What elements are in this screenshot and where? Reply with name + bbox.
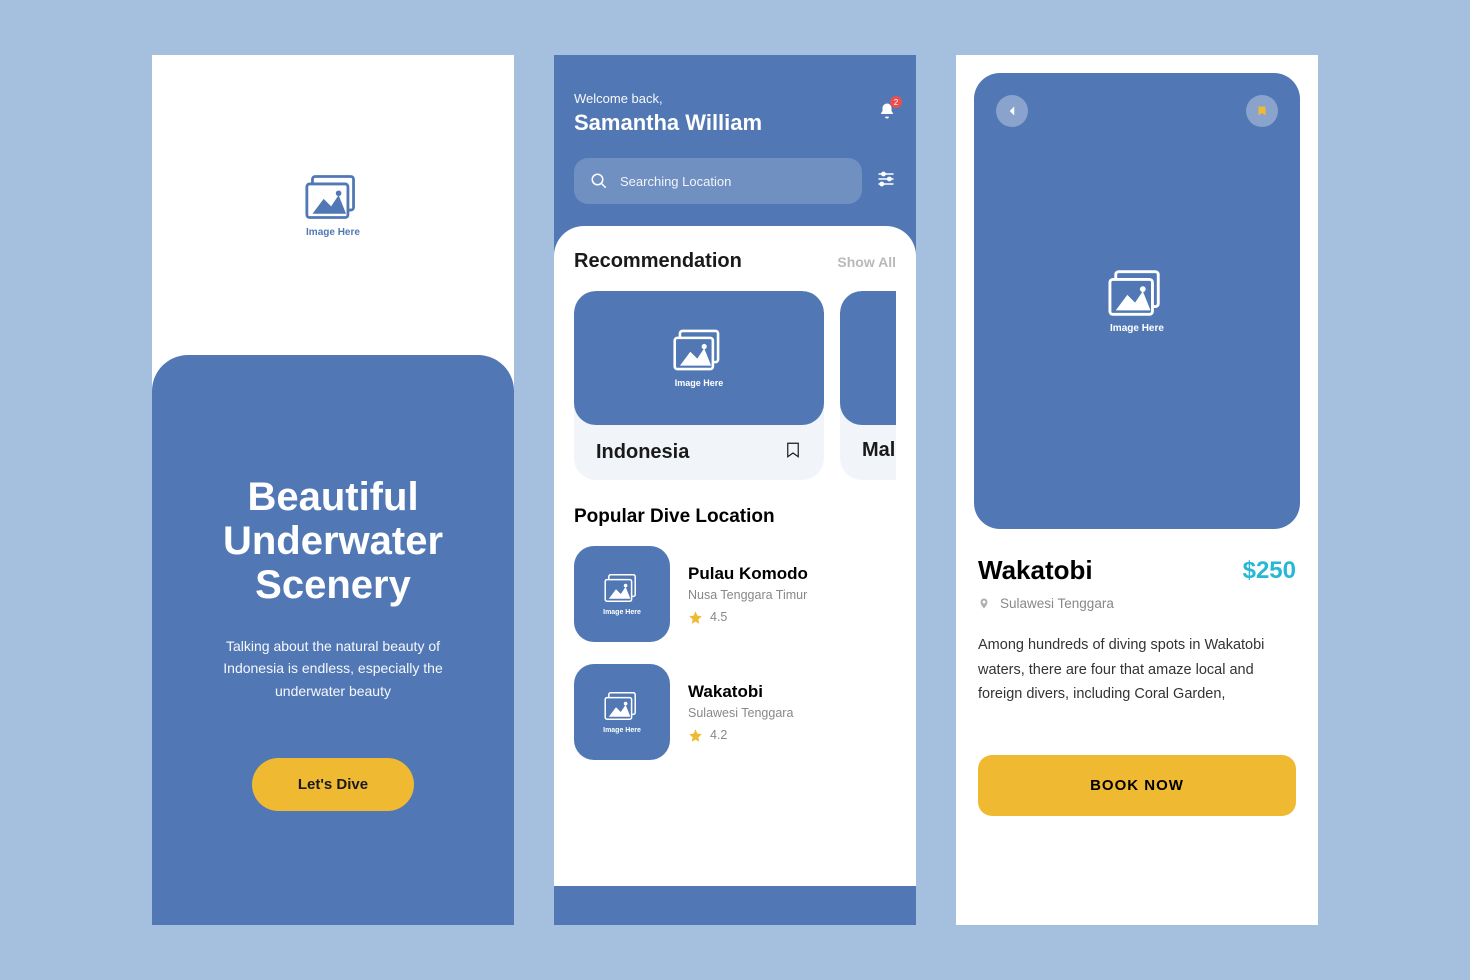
home-screen: Welcome back, Samantha William 2 Searchi… (554, 55, 916, 925)
image-placeholder: Image Here (305, 173, 361, 238)
popular-image: Image Here (574, 546, 670, 642)
image-icon (673, 328, 725, 372)
home-header: Welcome back, Samantha William 2 Searchi… (554, 55, 916, 226)
onboarding-screen: Image Here Beautiful Underwater Scenery … (152, 55, 514, 925)
home-body: Recommendation Show All Image Here Indon… (554, 226, 916, 886)
recommendation-list: Image Here Indonesia Image Here Mald (574, 291, 896, 480)
chevron-left-icon (1007, 105, 1017, 117)
bookmark-icon (784, 439, 802, 461)
onboarding-image-area: Image Here (152, 55, 514, 355)
recommendation-image: Image Here (574, 291, 824, 425)
recommendation-heading: Recommendation (574, 250, 742, 273)
recommendation-name: Mald (862, 439, 896, 462)
onboarding-title: Beautiful Underwater Scenery (188, 475, 478, 607)
image-icon (604, 573, 640, 603)
search-input[interactable]: Searching Location (574, 158, 862, 204)
bookmark-button[interactable] (784, 439, 802, 466)
onboarding-content: Beautiful Underwater Scenery Talking abo… (152, 355, 514, 925)
recommendation-card[interactable]: Image Here Indonesia (574, 291, 824, 480)
greeting-block: Welcome back, Samantha William (574, 91, 762, 136)
notification-button[interactable]: 2 (878, 102, 896, 125)
popular-image: Image Here (574, 664, 670, 760)
welcome-text: Welcome back, (574, 91, 762, 106)
image-icon (604, 691, 640, 721)
pin-icon (978, 596, 990, 611)
popular-name: Pulau Komodo (688, 564, 896, 584)
search-icon (590, 172, 608, 190)
popular-item[interactable]: Image Here Pulau Komodo Nusa Tenggara Ti… (574, 546, 896, 642)
sliders-icon (876, 169, 896, 189)
onboarding-description: Talking about the natural beauty of Indo… (188, 635, 478, 702)
filter-button[interactable] (876, 169, 896, 194)
recommendation-name: Indonesia (596, 441, 689, 464)
popular-name: Wakatobi (688, 682, 896, 702)
star-icon (688, 610, 703, 625)
popular-item[interactable]: Image Here Wakatobi Sulawesi Tenggara 4.… (574, 664, 896, 760)
detail-screen: Image Here Wakatobi $250 Sulawesi Tengga… (956, 55, 1318, 925)
detail-hero-image: Image Here (974, 73, 1300, 529)
popular-rating: 4.5 (688, 610, 896, 625)
image-placeholder-label: Image Here (306, 227, 360, 238)
search-placeholder: Searching Location (620, 174, 731, 189)
image-icon (1108, 269, 1166, 317)
recommendation-image: Image Here (840, 291, 896, 425)
popular-heading: Popular Dive Location (574, 506, 896, 528)
username: Samantha William (574, 110, 762, 136)
popular-location: Nusa Tenggara Timur (688, 588, 896, 602)
bookmark-filled-icon (1256, 104, 1268, 118)
popular-location: Sulawesi Tenggara (688, 706, 896, 720)
show-all-link[interactable]: Show All (837, 254, 896, 270)
recommendation-card[interactable]: Image Here Mald (840, 291, 896, 480)
detail-body: Wakatobi $250 Sulawesi Tenggara Among hu… (956, 547, 1318, 824)
image-icon (305, 173, 361, 221)
book-now-button[interactable]: BOOK NOW (978, 755, 1296, 816)
lets-dive-button[interactable]: Let's Dive (252, 758, 414, 811)
popular-rating: 4.2 (688, 728, 896, 743)
back-button[interactable] (996, 95, 1028, 127)
detail-location: Sulawesi Tenggara (978, 596, 1296, 611)
detail-title: Wakatobi (978, 555, 1093, 586)
save-button[interactable] (1246, 95, 1278, 127)
detail-price: $250 (1243, 557, 1296, 585)
detail-description: Among hundreds of diving spots in Wakato… (978, 633, 1296, 707)
notification-badge: 2 (890, 96, 902, 108)
star-icon (688, 728, 703, 743)
